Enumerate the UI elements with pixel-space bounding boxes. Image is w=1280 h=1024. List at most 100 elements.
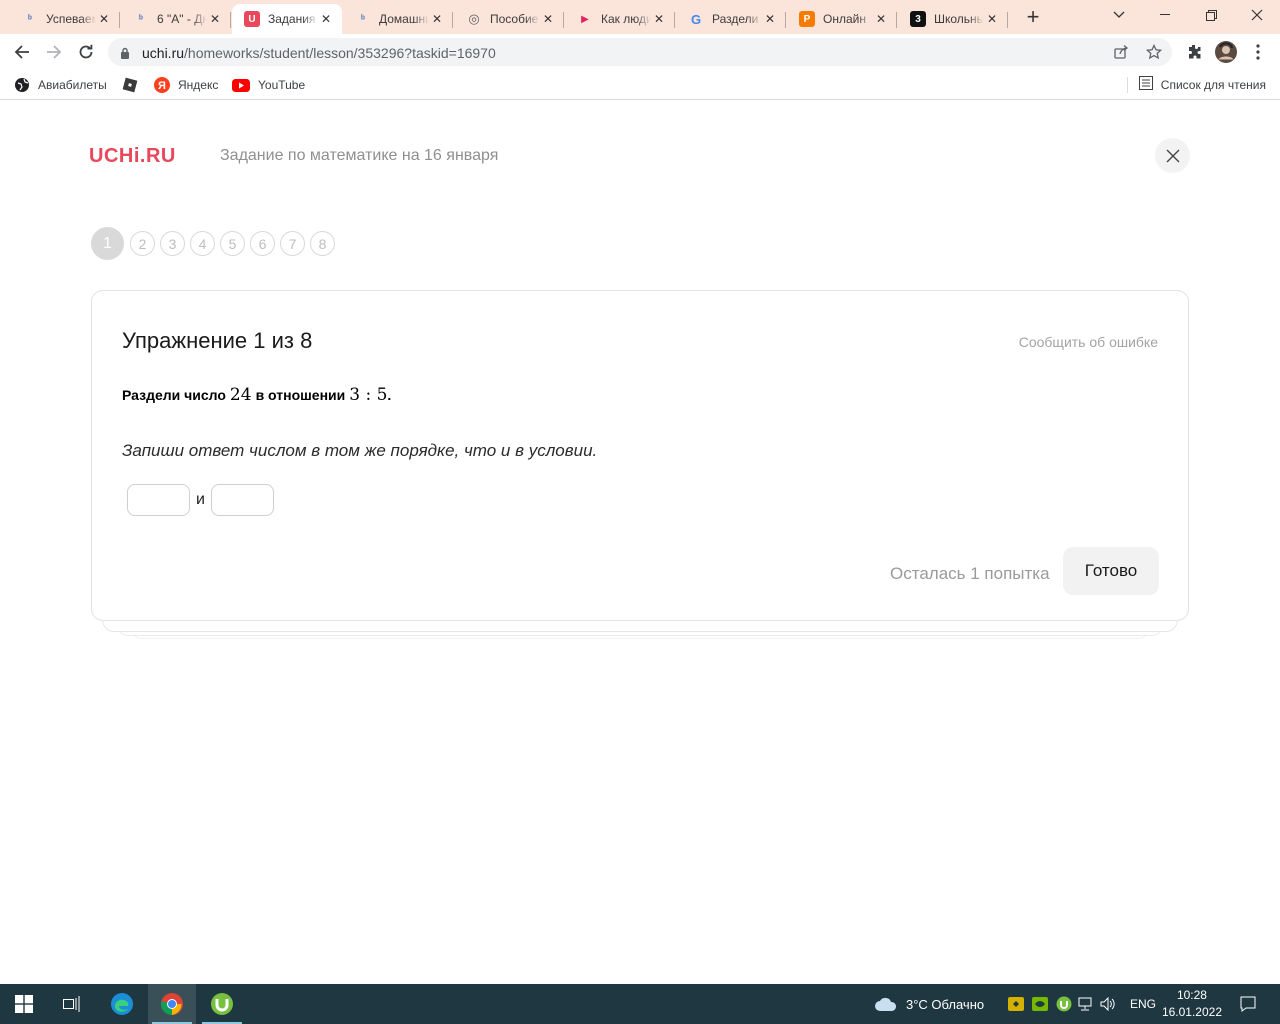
tab-search-chevron-icon[interactable] (1096, 0, 1142, 30)
tab-separator (119, 12, 120, 28)
answer-first-input[interactable] (127, 484, 190, 516)
edge-taskbar-button[interactable] (98, 984, 146, 1024)
step-indicator[interactable]: 2 (130, 231, 155, 256)
tab-close-icon[interactable]: ✕ (984, 11, 1000, 27)
tab-separator (452, 12, 453, 28)
lock-icon[interactable] (120, 46, 130, 64)
bookmarks-bar: Авиабилеты Я Яндекс YouTube Список для ч… (0, 70, 1280, 100)
url-text[interactable]: uchi.ru/homeworks/student/lesson/353296?… (142, 45, 496, 61)
chrome-taskbar-button[interactable] (148, 984, 196, 1024)
step-indicator[interactable]: 6 (250, 231, 275, 256)
tab-close-icon[interactable]: ✕ (318, 11, 334, 27)
browser-tab[interactable]: U Задания ✕ (232, 4, 342, 34)
browser-menu-icon[interactable] (1244, 38, 1272, 66)
youtube-icon (232, 78, 250, 92)
address-bar[interactable]: uchi.ru/homeworks/student/lesson/353296?… (108, 38, 1172, 66)
reading-list-button[interactable]: Список для чтения (1138, 76, 1266, 93)
browser-tab[interactable]: ᵇ Успеваемость✕ (10, 4, 120, 34)
restore-button[interactable] (1188, 0, 1234, 30)
tab-close-icon[interactable]: ✕ (540, 11, 556, 27)
new-tab-button[interactable]: + (1020, 6, 1046, 30)
tab-strip: + ᵇУспеваемость✕ᵇ6 "А" - Дневник✕UЗадани… (0, 0, 1280, 34)
step-indicator[interactable]: 4 (190, 231, 215, 256)
network-icon[interactable] (1078, 997, 1092, 1011)
reload-icon (79, 44, 93, 59)
weather-widget[interactable]: 3°C Облачно (874, 984, 984, 1024)
tab-close-icon[interactable]: ✕ (207, 11, 223, 27)
browser-tab[interactable]: ◎ Пособие ✕ (454, 4, 564, 34)
globe-icon (14, 77, 30, 93)
browser-tab[interactable]: 3 Школьные✕ (898, 4, 1008, 34)
tab-separator (563, 12, 564, 28)
nvidia-icon[interactable] (1032, 997, 1048, 1011)
tab-title: Домашние (379, 12, 429, 26)
tab-title: Успеваемость (46, 12, 96, 26)
tab-title: Пособие (490, 12, 539, 26)
close-lesson-button[interactable] (1155, 138, 1190, 173)
tab-close-icon[interactable]: ✕ (762, 11, 778, 27)
report-error-link[interactable]: Сообщить об ошибке (1019, 334, 1158, 350)
tab-close-icon[interactable]: ✕ (96, 11, 112, 27)
close-window-button[interactable] (1234, 0, 1280, 30)
tab-title: Школьные (934, 12, 984, 26)
notifications-button[interactable] (1230, 984, 1266, 1024)
step-indicator[interactable]: 8 (310, 231, 335, 256)
browser-tab[interactable]: P Онлайн ✕ (787, 4, 897, 34)
windows-logo-icon (15, 995, 33, 1013)
back-button[interactable] (8, 38, 36, 66)
bookmark-yandex[interactable]: Я Яндекс (154, 76, 218, 94)
tab-separator (1007, 12, 1008, 28)
utorrent-taskbar-button[interactable] (198, 984, 246, 1024)
system-clock[interactable]: 10:28 16.01.2022 (1162, 987, 1222, 1021)
google-tab-icon: G (690, 11, 702, 27)
profile-avatar[interactable] (1212, 38, 1240, 66)
bookmark-roblox[interactable] (122, 76, 146, 94)
task-view-button[interactable] (48, 984, 96, 1024)
forward-button[interactable] (40, 38, 68, 66)
lesson-title: Задание по математике на 16 января (220, 147, 499, 164)
minimize-button[interactable] (1142, 0, 1188, 30)
bookmark-aviabilety[interactable]: Авиабилеты (14, 76, 107, 94)
tab-title: Задания (268, 12, 316, 26)
tab-close-icon[interactable]: ✕ (429, 11, 445, 27)
browser-tab[interactable]: ▶ Как люди ✕ (565, 4, 675, 34)
tray-app-icon[interactable] (1008, 997, 1024, 1011)
start-button[interactable] (0, 984, 48, 1024)
tab-title: Онлайн (823, 12, 866, 26)
extensions-icon[interactable] (1180, 38, 1208, 66)
step-indicator[interactable]: 5 (220, 231, 245, 256)
answer-second-input[interactable] (210, 484, 274, 516)
roblox-icon (122, 77, 138, 93)
uchi-logo[interactable]: UCHi.RU (89, 145, 176, 168)
bookmark-youtube[interactable]: YouTube (232, 76, 305, 94)
browser-tab[interactable]: G Раздели ✕ (676, 4, 786, 34)
bookmarks-divider (1127, 77, 1128, 93)
step-indicator[interactable]: 7 (280, 231, 305, 256)
input-language[interactable]: ENG (1130, 997, 1156, 1011)
step-indicator[interactable]: 3 (160, 231, 185, 256)
tab-separator (674, 12, 675, 28)
uchi-tab-icon: U (244, 11, 260, 27)
bookmark-star-icon[interactable] (1146, 44, 1162, 60)
globe-tab-icon: ◎ (468, 11, 480, 26)
browser-tab[interactable]: ᵇ Домашние✕ (343, 4, 453, 34)
edge-icon (111, 993, 133, 1015)
uchi-tab-icon: ᵇ (28, 13, 32, 25)
uchi-tab-icon: ᵇ (361, 13, 365, 25)
share-icon[interactable] (1113, 44, 1129, 60)
volume-icon[interactable] (1100, 997, 1116, 1011)
tab-separator (230, 12, 231, 28)
tab-close-icon[interactable]: ✕ (873, 11, 889, 27)
tab-title: 6 "А" - Дневник (157, 12, 207, 26)
tab-close-icon[interactable]: ✕ (651, 11, 667, 27)
video-tab-icon: ▶ (581, 13, 589, 25)
step-indicator[interactable]: 1 (91, 227, 124, 260)
answer-joiner: и (196, 491, 205, 508)
browser-toolbar: uchi.ru/homeworks/student/lesson/353296?… (0, 34, 1280, 70)
browser-tab[interactable]: ᵇ 6 "А" - Дневник✕ (121, 4, 231, 34)
yandex-icon: Я (154, 77, 170, 93)
reload-button[interactable] (72, 38, 100, 66)
utorrent-tray-icon[interactable] (1056, 996, 1072, 1012)
forward-arrow-icon (47, 45, 62, 59)
submit-button[interactable]: Готово (1063, 547, 1159, 595)
